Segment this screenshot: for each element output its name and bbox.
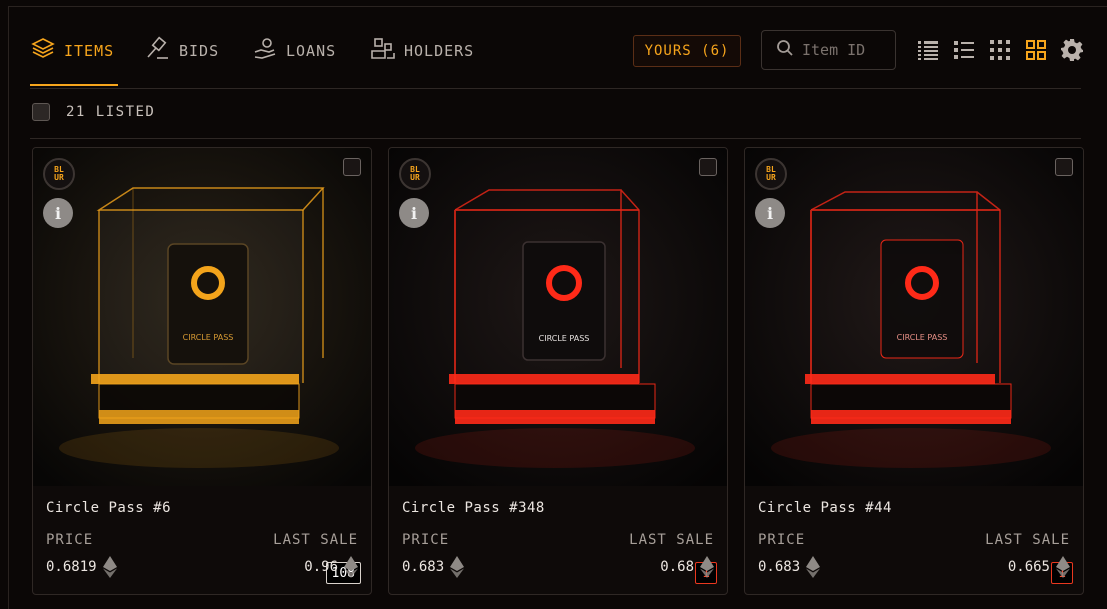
- item-id-search[interactable]: [761, 30, 896, 70]
- tab-loans[interactable]: LOANS: [252, 36, 336, 66]
- item-card[interactable]: CIRCLE PASS BLUR i 1 Circle Pass #44 PRI…: [744, 147, 1084, 595]
- gear-icon[interactable]: [1060, 38, 1084, 62]
- users-icon: [370, 36, 396, 66]
- item-name: Circle Pass #44: [758, 500, 892, 516]
- last-sale-label: LAST SALE: [273, 532, 358, 548]
- eth-icon: [344, 556, 358, 578]
- price-value: 0.683: [402, 556, 465, 578]
- yours-filter-button[interactable]: YOURS (6): [633, 35, 741, 67]
- last-sale-label: LAST SALE: [629, 532, 714, 548]
- item-image[interactable]: CIRCLE PASS: [389, 148, 727, 486]
- last-sale-value: 0.665: [1008, 556, 1070, 578]
- blur-badge: BL UR: [43, 158, 75, 190]
- card-print-text: CIRCLE PASS: [539, 334, 590, 343]
- grid-small-icon[interactable]: [988, 38, 1012, 62]
- item-image[interactable]: CIRCLE PASS: [745, 148, 1083, 486]
- stack-icon: [30, 36, 56, 66]
- list-detailed-icon[interactable]: [916, 38, 940, 62]
- info-icon[interactable]: i: [43, 198, 73, 228]
- eth-icon: [102, 556, 117, 578]
- price-value: 0.683: [758, 556, 821, 578]
- tab-bids-label: BIDS: [179, 42, 220, 60]
- item-image[interactable]: CIRCLE PASS: [33, 148, 371, 486]
- price-value: 0.6819: [46, 556, 117, 578]
- grid-large-icon[interactable]: [1024, 38, 1048, 62]
- item-id-input[interactable]: [802, 41, 892, 59]
- listed-count: 21 LISTED: [66, 104, 156, 120]
- active-tab-indicator: [30, 84, 118, 86]
- eth-icon: [450, 556, 465, 578]
- info-icon[interactable]: i: [399, 198, 429, 228]
- last-sale-value: 0.96: [304, 556, 358, 578]
- info-icon[interactable]: i: [755, 198, 785, 228]
- card-checkbox[interactable]: [1055, 158, 1073, 176]
- item-name: Circle Pass #348: [402, 500, 545, 516]
- last-sale-value: 0.68: [660, 556, 714, 578]
- price-label: PRICE: [758, 532, 806, 548]
- view-options: [916, 38, 1084, 62]
- tab-items-label: ITEMS: [64, 42, 115, 60]
- item-grid: CIRCLE PASS BL UR i 108 Circle Pass #6 PR…: [32, 147, 1084, 595]
- hand-coins-icon: [252, 36, 278, 66]
- eth-icon: [806, 556, 821, 578]
- card-print-text: CIRCLE PASS: [183, 333, 234, 342]
- list-checklist-icon[interactable]: [952, 38, 976, 62]
- card-print-text: CIRCLE PASS: [897, 333, 948, 342]
- item-card[interactable]: CIRCLE PASS BL UR i 108 Circle Pass #6 PR…: [32, 147, 372, 595]
- last-sale-label: LAST SALE: [985, 532, 1070, 548]
- tab-holders[interactable]: HOLDERS: [370, 36, 474, 66]
- item-name: Circle Pass #6: [46, 500, 172, 516]
- tab-loans-label: LOANS: [286, 42, 337, 60]
- blur-badge: BL UR: [399, 158, 431, 190]
- eth-icon: [700, 556, 714, 578]
- tab-items[interactable]: ITEMS: [30, 36, 114, 66]
- select-all-checkbox[interactable]: [32, 103, 50, 121]
- price-label: PRICE: [46, 532, 94, 548]
- tab-holders-label: HOLDERS: [404, 42, 475, 60]
- blur-badge: BL UR: [755, 158, 787, 190]
- tab-bids[interactable]: BIDS: [145, 36, 219, 66]
- price-label: PRICE: [402, 532, 450, 548]
- toolbar-divider: [30, 138, 1081, 139]
- card-checkbox[interactable]: [343, 158, 361, 176]
- header-divider: [30, 88, 1081, 89]
- item-card[interactable]: CIRCLE PASS BLUR i 1 Circle Pass #348 PR…: [388, 147, 728, 595]
- search-icon: [776, 39, 794, 61]
- card-checkbox[interactable]: [699, 158, 717, 176]
- listed-row: 21 LISTED: [32, 103, 155, 121]
- gavel-icon: [145, 36, 171, 66]
- eth-icon: [1056, 556, 1070, 578]
